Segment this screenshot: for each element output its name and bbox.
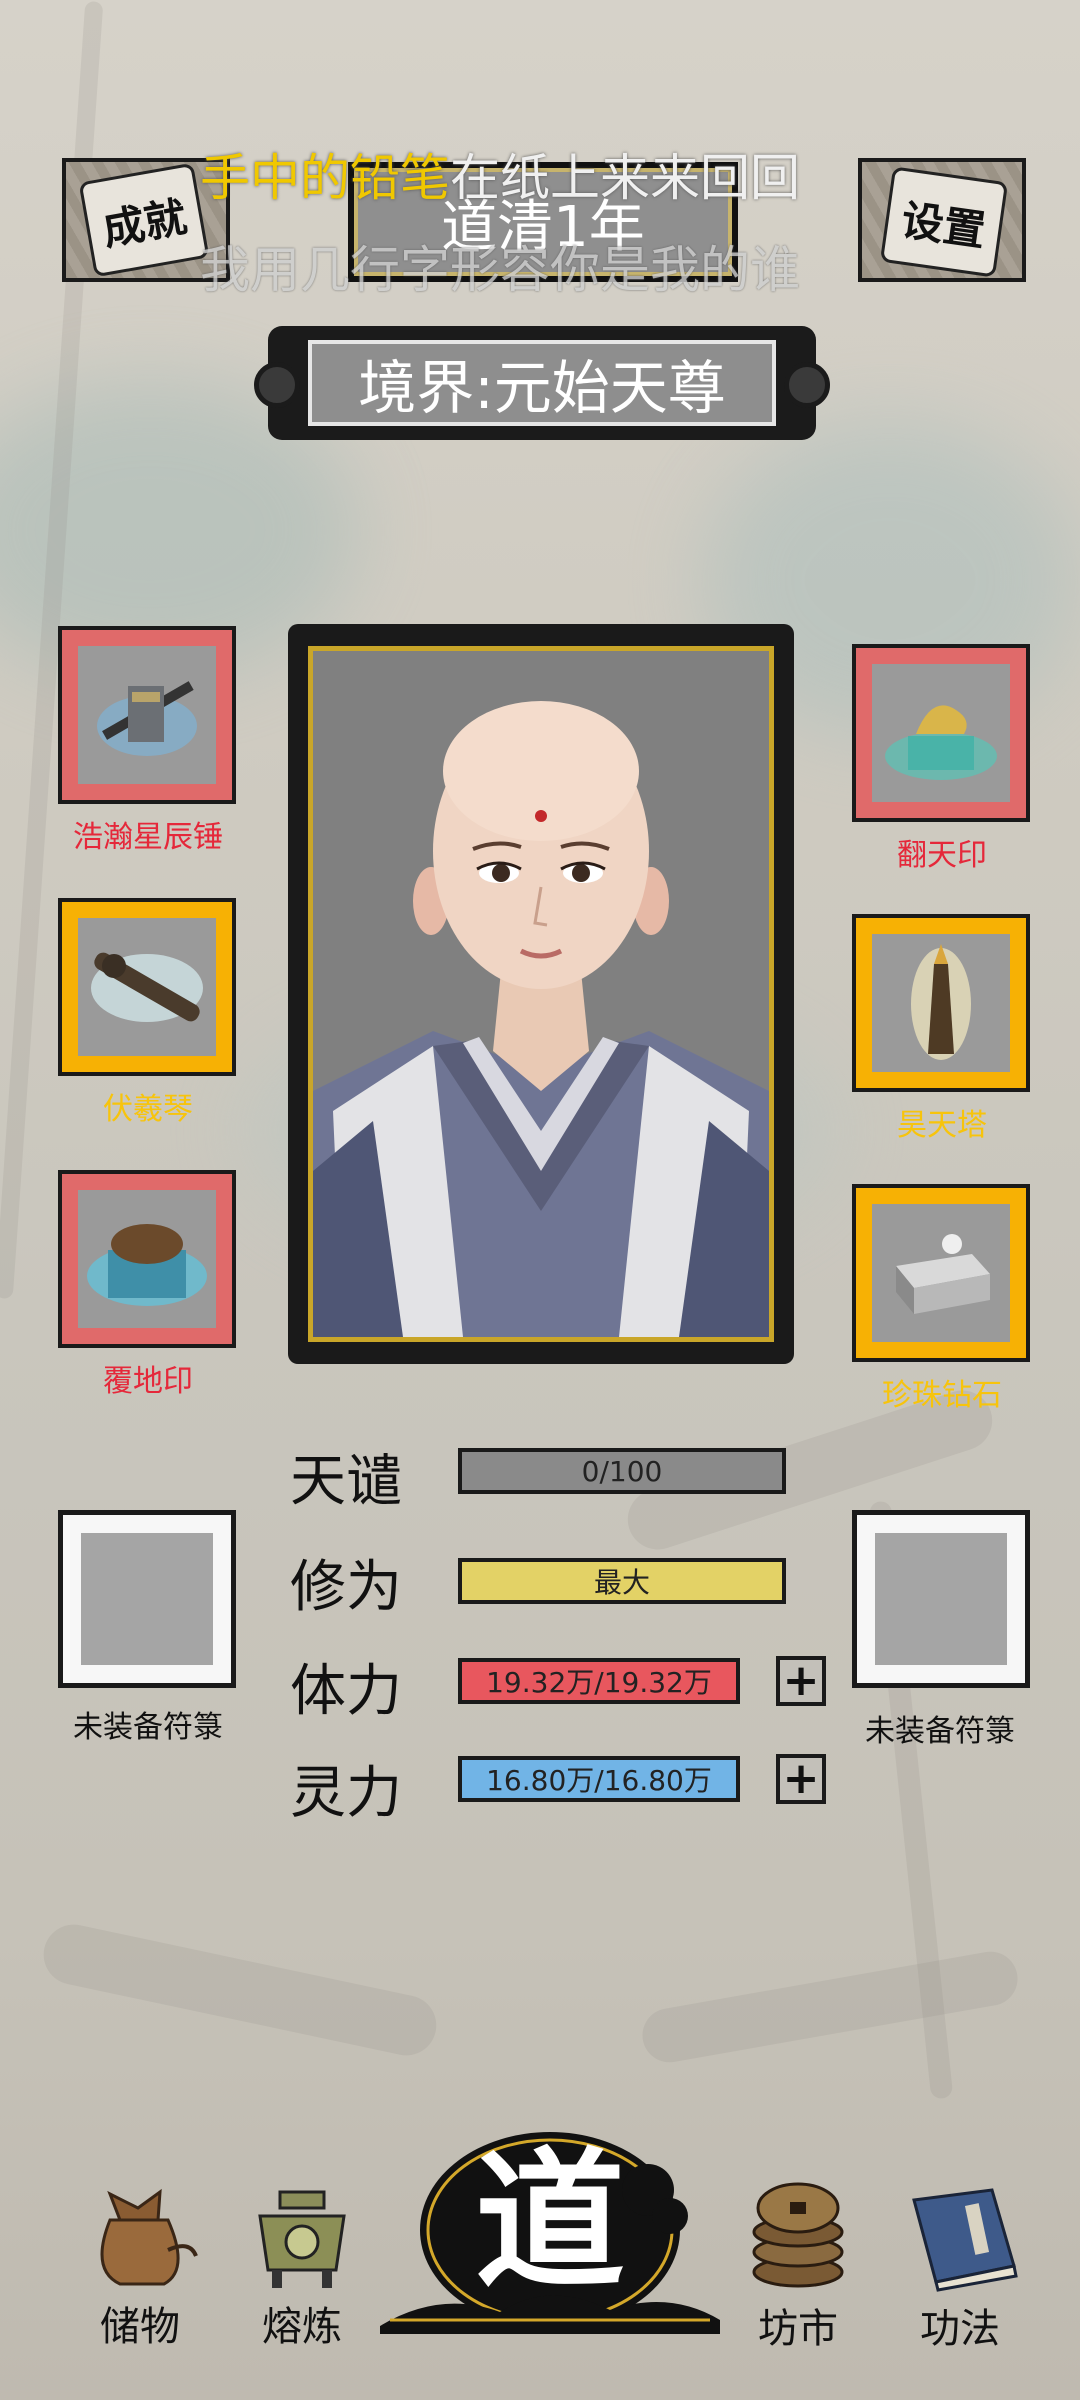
talisman-label-left: 未装备符箓 — [73, 1710, 223, 1745]
scroll-curl-left — [254, 362, 300, 408]
tili-bar: 19.32万/19.32万 — [458, 1658, 740, 1704]
lyric-highlight: 手中的铅笔 — [200, 149, 450, 207]
pagoda-icon — [872, 934, 1010, 1072]
talisman-slot-right[interactable] — [852, 1510, 1030, 1688]
lyric-line-1: 手中的铅笔在纸上来来回回 — [200, 138, 800, 210]
nav-smelt[interactable]: 熔炼 — [232, 2186, 372, 2352]
nav-smelt-label: 熔炼 — [262, 2304, 342, 2350]
talisman-label-right: 未装备符箓 — [865, 1714, 1015, 1749]
xiuwei-value: 最大 — [593, 1566, 650, 1599]
equipment-name-right-1: 翻天印 — [897, 838, 987, 873]
tili-value: 19.32万/19.32万 — [486, 1666, 712, 1699]
monk-character-image — [313, 651, 769, 1337]
equipment-slot-right-1[interactable] — [852, 644, 1030, 822]
settings-label: 设置 — [898, 194, 989, 256]
seal-icon — [78, 1190, 216, 1328]
empty-talisman-placeholder — [875, 1533, 1007, 1665]
nav-storage[interactable]: 储物 — [70, 2180, 210, 2352]
character-portrait — [308, 646, 774, 1342]
zither-icon — [78, 918, 216, 1056]
empty-talisman-placeholder — [81, 1533, 213, 1665]
nav-market[interactable]: 坊市 — [728, 2178, 868, 2354]
furnace-icon — [258, 2190, 346, 2288]
equipment-name-right-2: 昊天塔 — [897, 1108, 987, 1143]
xiuwei-bar: 最大 — [458, 1558, 786, 1604]
stat-label-lingli: 灵力 — [290, 1761, 402, 1826]
bamboo-leaf — [638, 1947, 1022, 2067]
tianqian-bar: 0/100 — [458, 1448, 786, 1494]
equipment-name-left-3: 覆地印 — [103, 1364, 193, 1399]
coins-icon — [752, 2182, 844, 2288]
talisman-slot-left[interactable] — [58, 1510, 236, 1688]
stat-label-tili: 体力 — [290, 1659, 402, 1724]
equipment-name-right-3: 珍珠钻石 — [882, 1378, 1002, 1413]
realm-text: 境界:元始天尊 — [358, 354, 726, 422]
lingli-value: 16.80万/16.80万 — [486, 1764, 712, 1797]
nav-skills[interactable]: 功法 — [890, 2182, 1030, 2354]
add-lingli-button[interactable]: + — [776, 1754, 826, 1804]
realm-plate: 境界:元始天尊 — [308, 340, 776, 426]
equipment-slot-right-3[interactable] — [852, 1184, 1030, 1362]
stat-label-tianqian: 天谴 — [290, 1449, 402, 1514]
achievement-label: 成就 — [98, 191, 191, 255]
equipment-name-left-1: 浩瀚星辰锤 — [73, 820, 223, 855]
equipment-slot-left-1[interactable] — [58, 626, 236, 804]
lingli-bar: 16.80万/16.80万 — [458, 1756, 740, 1802]
dragon-seal-icon — [872, 664, 1010, 802]
stat-label-xiuwei: 修为 — [290, 1555, 402, 1620]
character-portrait-frame[interactable] — [288, 624, 794, 1364]
dao-cultivate-button[interactable]: 道 — [380, 2120, 720, 2350]
equipment-slot-left-2[interactable] — [58, 898, 236, 1076]
settings-button[interactable]: 设置 — [858, 158, 1026, 282]
nav-storage-label: 储物 — [100, 2304, 180, 2350]
bamboo-leaf — [38, 1919, 442, 2061]
equipment-name-left-2: 伏羲琴 — [103, 1092, 193, 1127]
hammer-icon — [78, 646, 216, 784]
realm-banner: 境界:元始天尊 — [254, 326, 830, 440]
nav-market-label: 坊市 — [758, 2306, 838, 2352]
jewel-box-icon — [872, 1204, 1010, 1342]
nav-skills-label: 功法 — [920, 2306, 1000, 2352]
dao-label: 道 — [474, 2133, 625, 2309]
lyric-line-2: 我用几行字形容你是我的谁 — [200, 241, 800, 299]
tianqian-value: 0/100 — [581, 1454, 663, 1488]
equipment-slot-left-3[interactable] — [58, 1170, 236, 1348]
equipment-slot-right-2[interactable] — [852, 914, 1030, 1092]
book-icon — [912, 2188, 1018, 2292]
pouch-icon — [100, 2188, 198, 2286]
add-tili-button[interactable]: + — [776, 1656, 826, 1706]
scroll-curl-right — [784, 362, 830, 408]
lyric-rest: 在纸上来来回回 — [450, 149, 800, 207]
